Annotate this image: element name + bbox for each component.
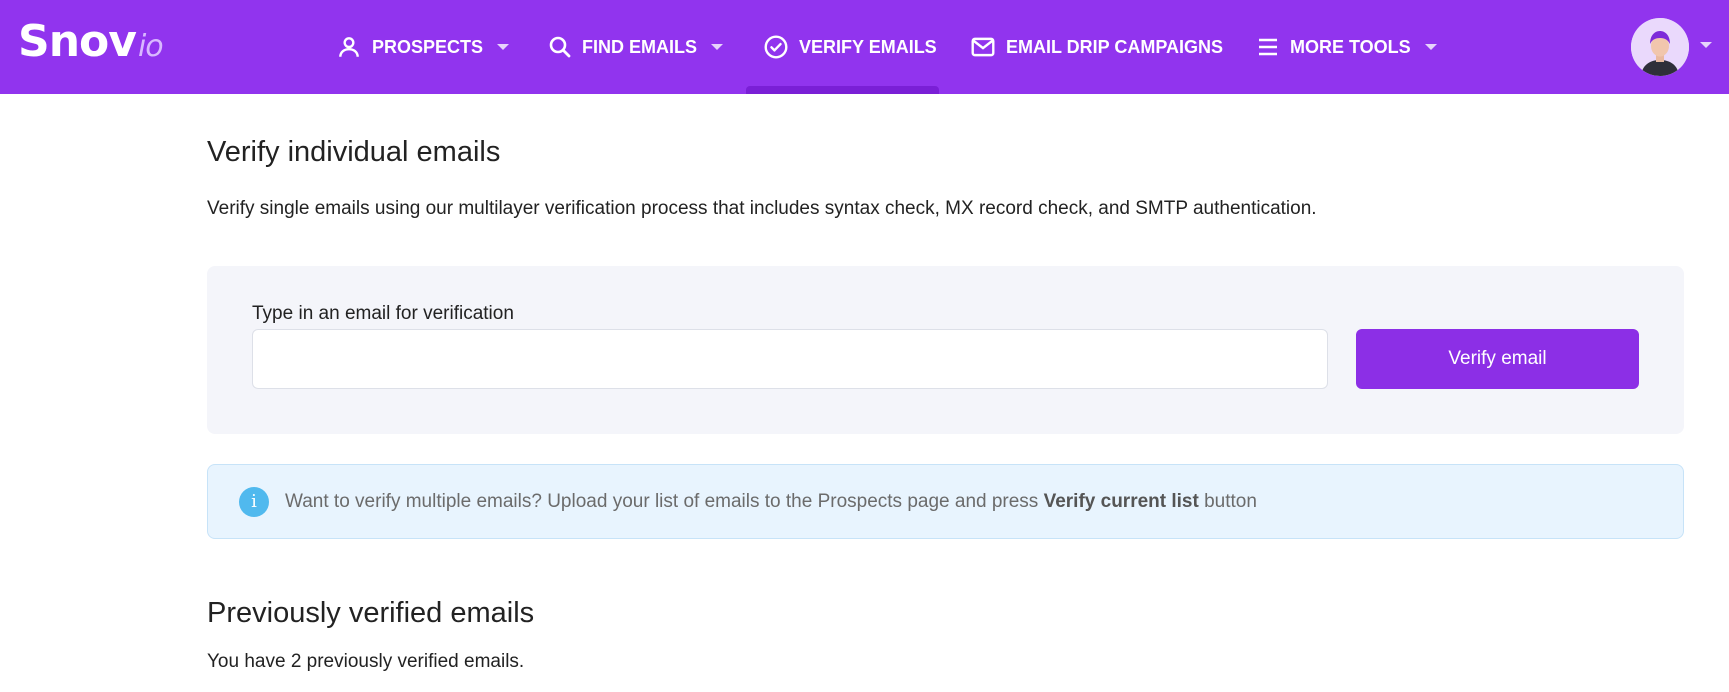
chevron-down-icon (1424, 44, 1437, 50)
nav-prospects[interactable]: PROSPECTS (336, 0, 510, 94)
logo[interactable]: Snovio (18, 16, 164, 67)
menu-icon (1259, 38, 1277, 56)
nav-more-tools[interactable]: MORE TOOLS (1256, 0, 1437, 94)
user-avatar-icon (1631, 18, 1689, 76)
nav-verify-emails-label: VERIFY EMAILS (799, 36, 937, 57)
history-title: Previously verified emails (207, 597, 535, 629)
active-tab-indicator (746, 86, 939, 94)
chevron-down-icon[interactable] (1700, 42, 1712, 48)
check-circle-icon (764, 35, 788, 59)
verify-current-list-label: Verify current list (1043, 490, 1199, 512)
person-icon (339, 37, 359, 57)
page-title: Verify individual emails (207, 136, 501, 168)
info-banner-text: Want to verify multiple emails? Upload y… (285, 490, 1257, 512)
search-icon (549, 36, 571, 58)
nav-find-emails-label: FIND EMAILS (582, 36, 697, 57)
top-navigation-bar: Snovio PROSPECTS FIND EMAILS VERIFY EMAI… (0, 0, 1729, 94)
page-description: Verify single emails using our multilaye… (207, 198, 1317, 219)
nav-prospects-label: PROSPECTS (372, 36, 484, 57)
chevron-down-icon (497, 44, 510, 50)
nav-more-tools-label: MORE TOOLS (1290, 36, 1411, 57)
info-icon: i (239, 486, 269, 517)
history-count: You have 2 previously verified emails. (207, 651, 525, 672)
info-banner: i Want to verify multiple emails? Upload… (207, 464, 1684, 539)
email-field-label: Type in an email for verification (252, 303, 514, 324)
envelope-icon (971, 37, 995, 57)
nav-verify-emails[interactable]: VERIFY EMAILS (763, 0, 937, 94)
nav-email-drip-campaigns[interactable]: EMAIL DRIP CAMPAIGNS (970, 0, 1223, 94)
verify-email-button[interactable]: Verify email (1356, 329, 1639, 389)
email-field[interactable] (252, 329, 1328, 389)
nav-find-emails[interactable]: FIND EMAILS (548, 0, 723, 94)
avatar[interactable] (1631, 18, 1689, 76)
nav-drip-label: EMAIL DRIP CAMPAIGNS (1006, 36, 1224, 57)
chevron-down-icon (711, 44, 723, 50)
